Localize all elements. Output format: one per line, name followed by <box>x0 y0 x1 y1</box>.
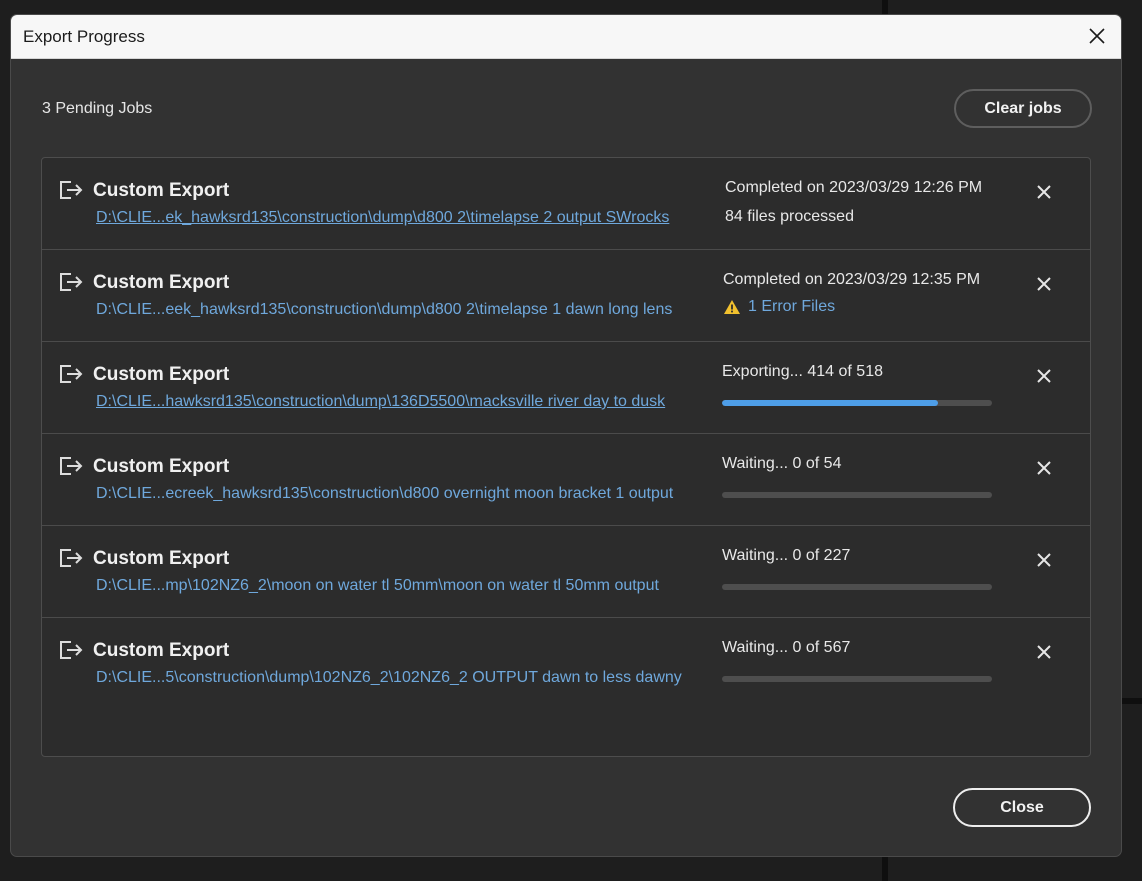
job-title: Custom Export <box>93 180 230 201</box>
job-status: Waiting... 0 of 227 <box>722 547 851 564</box>
files-processed-text: 84 files processed <box>725 208 854 225</box>
warning-icon <box>724 300 740 314</box>
job-row: Custom Export D:\CLIE...hawksrd135\const… <box>42 342 1090 434</box>
progress-bar <box>722 676 992 682</box>
remove-job-icon[interactable] <box>1034 182 1054 202</box>
job-title: Custom Export <box>93 548 230 569</box>
job-status: Waiting... 0 of 54 <box>722 455 842 472</box>
progress-fill <box>722 400 938 406</box>
job-row: Custom Export D:\CLIE...mp\102NZ6_2\moon… <box>42 526 1090 618</box>
job-path-link[interactable]: D:\CLIE...mp\102NZ6_2\moon on water tl 5… <box>96 577 659 595</box>
job-title: Custom Export <box>93 456 230 477</box>
progress-bar <box>722 492 992 498</box>
close-icon[interactable] <box>1085 24 1109 48</box>
export-icon <box>60 181 83 199</box>
background-divider <box>1122 698 1142 704</box>
job-path-link[interactable]: D:\CLIE...hawksrd135\construction\dump\1… <box>96 393 665 411</box>
export-icon <box>60 273 83 291</box>
job-title: Custom Export <box>93 640 230 661</box>
job-row: Custom Export D:\CLIE...ek_hawksrd135\co… <box>42 158 1090 250</box>
export-progress-dialog: Export Progress 3 Pending Jobs Clear job… <box>10 14 1122 857</box>
job-path-link[interactable]: D:\CLIE...5\construction\dump\102NZ6_2\1… <box>96 669 682 687</box>
title-bar: Export Progress <box>11 15 1121 59</box>
job-status: Waiting... 0 of 567 <box>722 639 851 656</box>
export-icon <box>60 641 83 659</box>
job-row: Custom Export D:\CLIE...5\construction\d… <box>42 618 1090 710</box>
error-files-label: 1 Error Files <box>748 298 836 315</box>
pending-jobs-count: 3 Pending Jobs <box>42 100 153 117</box>
job-list: Custom Export D:\CLIE...ek_hawksrd135\co… <box>41 157 1091 757</box>
job-status: Completed on 2023/03/29 12:26 PM <box>725 179 983 196</box>
export-icon <box>60 365 83 383</box>
job-title: Custom Export <box>93 272 230 293</box>
background-divider <box>882 857 888 881</box>
job-status: Completed on 2023/03/29 12:35 PM <box>723 271 981 288</box>
clear-jobs-button[interactable]: Clear jobs <box>954 89 1092 128</box>
job-path-link[interactable]: D:\CLIE...ecreek_hawksrd135\construction… <box>96 485 673 503</box>
progress-bar <box>722 400 992 406</box>
job-status: Exporting... 414 of 518 <box>722 363 883 380</box>
remove-job-icon[interactable] <box>1034 550 1054 570</box>
error-files-link[interactable]: 1 Error Files <box>723 298 835 316</box>
job-path-link[interactable]: D:\CLIE...eek_hawksrd135\construction\du… <box>96 301 672 319</box>
background-divider <box>882 0 888 14</box>
remove-job-icon[interactable] <box>1034 458 1054 478</box>
job-row: Custom Export D:\CLIE...eek_hawksrd135\c… <box>42 250 1090 342</box>
remove-job-icon[interactable] <box>1034 274 1054 294</box>
remove-job-icon[interactable] <box>1034 366 1054 386</box>
export-icon <box>60 457 83 475</box>
close-button[interactable]: Close <box>953 788 1091 827</box>
job-title: Custom Export <box>93 364 230 385</box>
job-path-link[interactable]: D:\CLIE...ek_hawksrd135\construction\dum… <box>96 209 669 227</box>
remove-job-icon[interactable] <box>1034 642 1054 662</box>
progress-bar <box>722 584 992 590</box>
window-title: Export Progress <box>23 27 145 46</box>
export-icon <box>60 549 83 567</box>
job-row: Custom Export D:\CLIE...ecreek_hawksrd13… <box>42 434 1090 526</box>
